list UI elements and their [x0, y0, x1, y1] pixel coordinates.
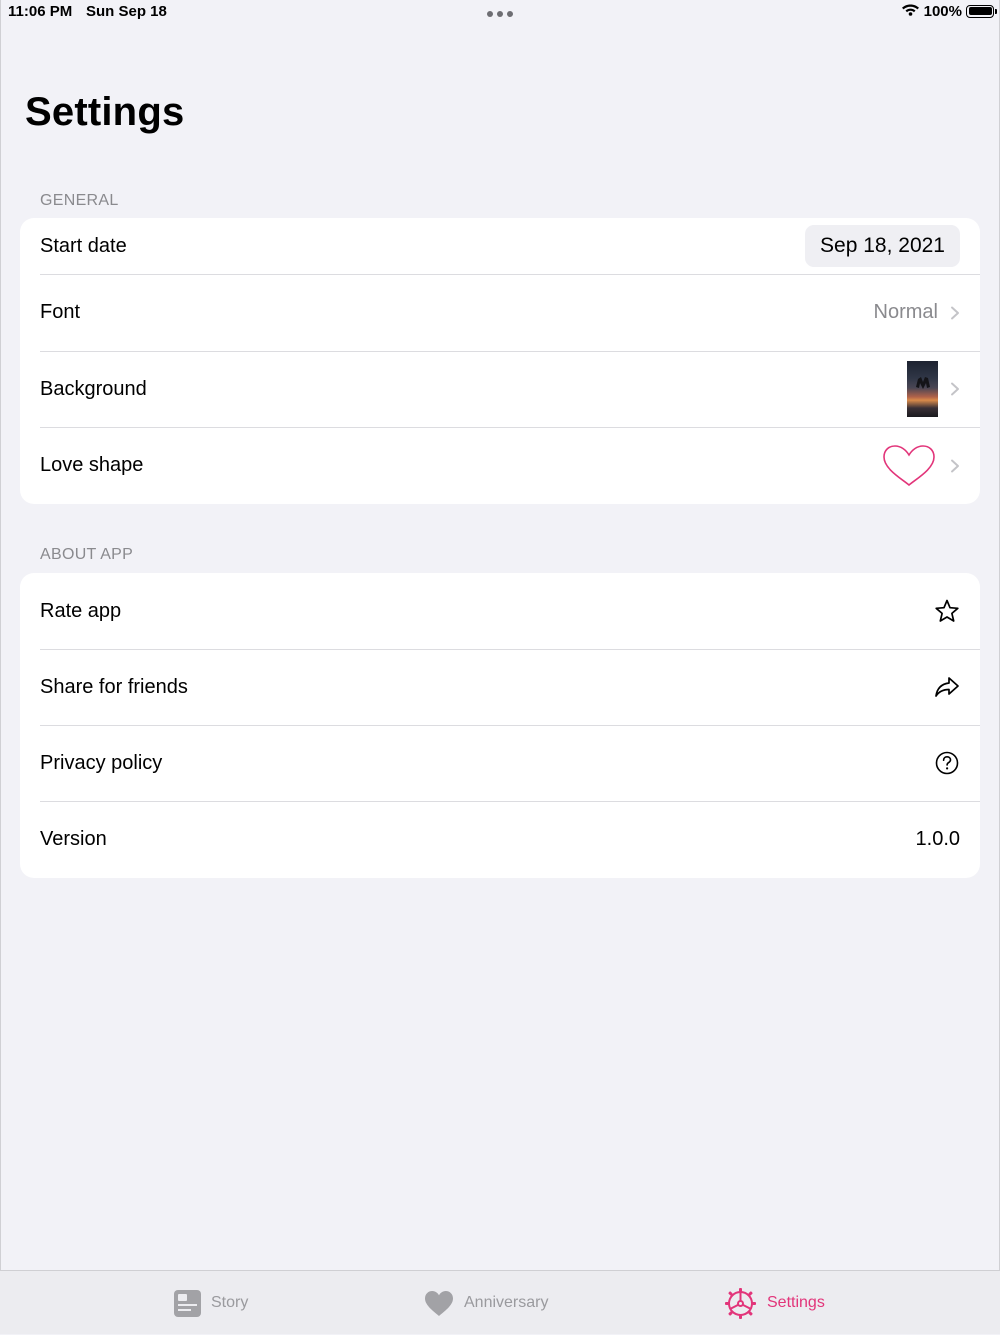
tab-story[interactable]: Story: [174, 1271, 248, 1335]
rate-app-row[interactable]: Rate app: [20, 573, 980, 649]
chevron-right-icon: [951, 306, 959, 319]
page-title: Settings: [25, 90, 185, 134]
tab-story-label: Story: [211, 1294, 249, 1311]
section-header-about: ABOUT APP: [40, 546, 134, 563]
share-arrow-icon[interactable]: [934, 675, 960, 699]
tab-bar: Story Anniversary Settings: [0, 1270, 1000, 1334]
font-row[interactable]: Font Normal: [20, 274, 980, 351]
story-icon: [174, 1289, 201, 1317]
love-shape-row[interactable]: Love shape: [20, 427, 980, 504]
general-settings-group: Start date Sep 18, 2021 Font Normal Back…: [20, 218, 980, 504]
chevron-right-icon: [951, 459, 959, 472]
privacy-policy-row[interactable]: Privacy policy: [20, 725, 980, 801]
tab-anniversary[interactable]: Anniversary: [424, 1271, 548, 1335]
love-shape-label: Love shape: [40, 454, 144, 476]
font-value: Normal: [873, 301, 938, 323]
tab-settings-label: Settings: [767, 1294, 825, 1311]
battery-percent: 100%: [923, 2, 962, 20]
start-date-row: Start date Sep 18, 2021: [20, 218, 980, 274]
background-label: Background: [40, 377, 147, 400]
version-label: Version: [40, 828, 107, 850]
share-label: Share for friends: [40, 675, 188, 698]
chevron-right-icon: [951, 382, 959, 396]
multitasking-dots-icon[interactable]: [487, 11, 513, 17]
start-date-picker[interactable]: Sep 18, 2021: [805, 225, 960, 267]
status-indicators: 100%: [901, 2, 997, 20]
start-date-label: Start date: [40, 234, 127, 257]
tab-settings[interactable]: Settings: [724, 1271, 825, 1335]
version-value: 1.0.0: [915, 828, 960, 850]
battery-icon: [966, 4, 997, 18]
heart-icon: [425, 1290, 453, 1316]
about-app-group: Rate app Share for friends Privacy polic…: [20, 573, 980, 878]
heart-outline-icon: [883, 444, 935, 486]
share-row[interactable]: Share for friends: [20, 649, 980, 725]
tab-anniversary-label: Anniversary: [464, 1294, 549, 1311]
status-time: 11:06 PM: [8, 3, 73, 20]
background-thumbnail: [907, 361, 938, 417]
wifi-icon: [901, 2, 920, 20]
settings-gear-icon: [725, 1287, 756, 1319]
font-label: Font: [40, 301, 81, 323]
section-header-general: GENERAL: [40, 192, 119, 209]
version-row: Version 1.0.0: [20, 801, 980, 878]
star-icon[interactable]: [934, 598, 960, 624]
status-date: Sun Sep 18: [86, 3, 167, 20]
status-bar: 11:06 PM Sun Sep 18 100%: [0, 0, 1000, 26]
privacy-policy-label: Privacy policy: [40, 751, 163, 774]
background-row[interactable]: Background: [20, 351, 980, 427]
rate-app-label: Rate app: [40, 599, 122, 622]
question-circle-icon[interactable]: [934, 750, 960, 776]
